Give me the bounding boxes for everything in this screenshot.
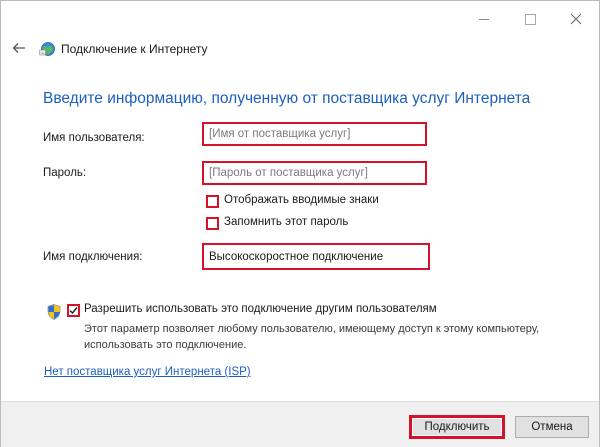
close-icon[interactable]	[561, 9, 591, 29]
back-arrow-icon[interactable]	[11, 41, 27, 55]
allow-others-checkbox[interactable]	[67, 304, 80, 317]
connection-name-label: Имя подключения:	[43, 251, 143, 263]
remember-password-checkbox[interactable]	[206, 217, 219, 230]
allow-others-description: Этот параметр позволяет любому пользоват…	[84, 323, 540, 351]
connect-button[interactable]: Подключить	[409, 415, 505, 439]
allow-others-label: Разрешить использовать это подключение д…	[84, 303, 437, 315]
network-globe-icon	[39, 41, 56, 57]
dialog-footer: Подключить Отмена	[1, 401, 599, 447]
username-input[interactable]	[202, 122, 427, 146]
show-chars-checkbox[interactable]	[206, 195, 219, 208]
remember-password-label: Запомнить этот пароль	[224, 216, 349, 228]
cancel-button[interactable]: Отмена	[515, 416, 589, 438]
dialog-window: Подключение к Интернету Введите информац…	[0, 0, 600, 447]
maximize-icon[interactable]	[515, 9, 545, 29]
password-input[interactable]	[202, 161, 427, 185]
show-chars-label: Отображать вводимые знаки	[224, 194, 379, 206]
minimize-icon[interactable]	[469, 9, 499, 29]
password-label: Пароль:	[43, 167, 87, 179]
no-isp-link[interactable]: Нет поставщика услуг Интернета (ISP)	[44, 366, 251, 378]
connection-name-input[interactable]	[202, 243, 430, 270]
window-title: Подключение к Интернету	[61, 42, 208, 56]
uac-shield-icon	[47, 304, 61, 320]
page-heading: Введите информацию, полученную от постав…	[43, 90, 531, 107]
username-label: Имя пользователя:	[43, 132, 145, 144]
